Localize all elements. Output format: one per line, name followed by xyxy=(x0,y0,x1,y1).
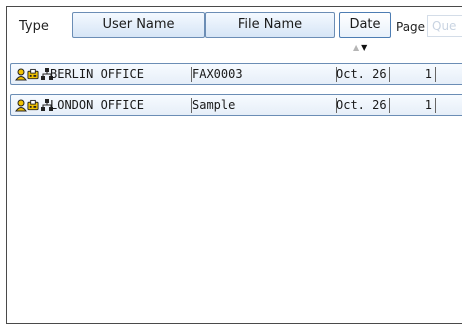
job-user-name: BERLIN OFFICE xyxy=(50,67,144,81)
column-header-bar: Type User Name File Name Date Page Que xyxy=(7,7,462,43)
sort-descending-icon: ▼ xyxy=(361,43,370,52)
job-page-count: 1 xyxy=(424,67,432,81)
type-column-label: Type xyxy=(19,19,49,34)
sort-ascending-icon: ▲ xyxy=(353,43,362,52)
sort-direction-indicator: ▲▼ xyxy=(353,43,369,52)
job-date: Oct. 26 xyxy=(336,98,387,112)
column-divider xyxy=(389,67,390,82)
job-file-name: FAX0003 xyxy=(192,67,243,81)
sort-by-date-button[interactable]: Date xyxy=(339,12,391,38)
user-icon xyxy=(15,68,27,81)
queue-column-label: Que xyxy=(427,15,462,37)
fax-icon xyxy=(27,99,39,111)
job-row[interactable]: BERLIN OFFICE FAX0003 Oct. 26 1 xyxy=(10,63,462,85)
job-page-count: 1 xyxy=(424,98,432,112)
column-divider xyxy=(389,98,390,113)
job-list-panel: Type User Name File Name Date Page Que ▲… xyxy=(6,6,462,324)
sort-by-user-name-button[interactable]: User Name xyxy=(72,12,205,38)
page-column-label: Page xyxy=(396,20,426,34)
sort-by-file-name-button[interactable]: File Name xyxy=(205,12,335,38)
column-divider xyxy=(435,98,436,113)
user-icon xyxy=(15,99,27,112)
fax-icon xyxy=(27,68,39,80)
job-user-name: LONDON OFFICE xyxy=(50,98,144,112)
job-row[interactable]: LONDON OFFICE Sample Oct. 26 1 xyxy=(10,94,462,116)
job-date: Oct. 26 xyxy=(336,67,387,81)
job-file-name: Sample xyxy=(192,98,236,112)
column-divider xyxy=(435,67,436,82)
